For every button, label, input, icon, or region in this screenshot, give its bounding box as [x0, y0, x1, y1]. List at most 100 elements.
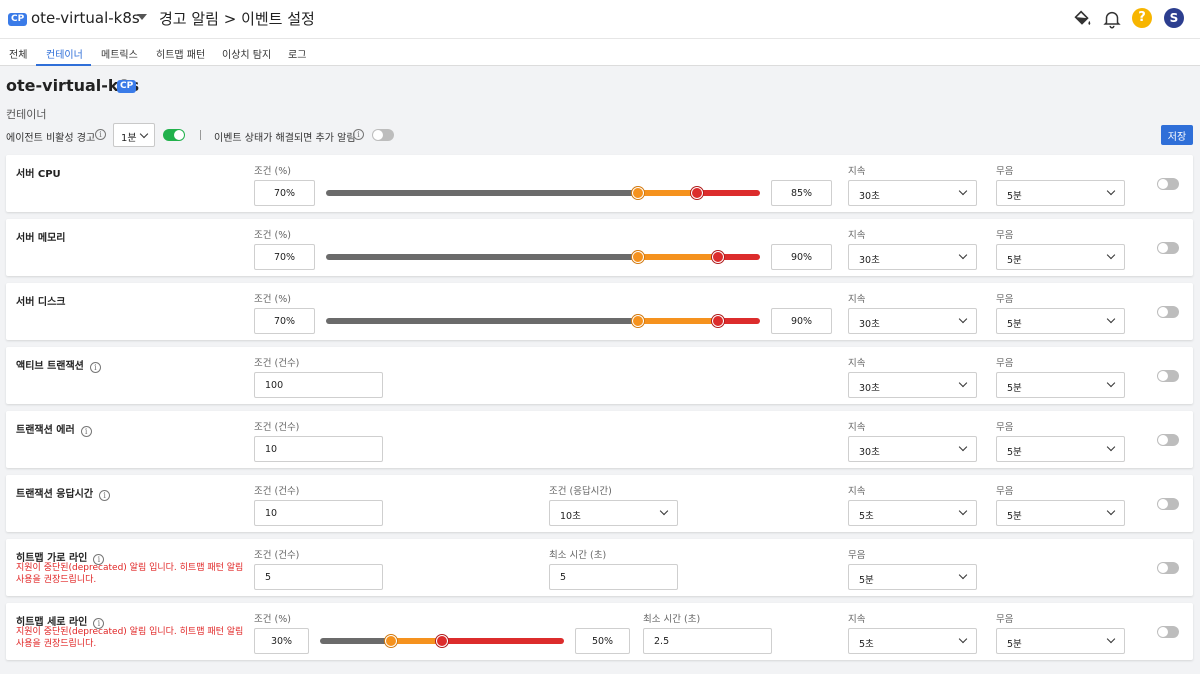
threshold-max-input[interactable]: 90%: [771, 308, 832, 334]
agent-interval-select[interactable]: 1분: [113, 123, 155, 147]
threshold-slider[interactable]: [326, 315, 760, 327]
count-input[interactable]: 100: [254, 372, 383, 398]
slider-critical-handle[interactable]: [436, 635, 448, 647]
duration-select[interactable]: 30초: [848, 180, 977, 206]
count-input[interactable]: 10: [254, 500, 383, 526]
response-time-select[interactable]: 10초: [549, 500, 678, 526]
mute-select[interactable]: 5분: [996, 628, 1125, 654]
slider-warning-range: [638, 190, 697, 196]
info-icon[interactable]: i: [353, 129, 364, 140]
threshold-max-input[interactable]: 90%: [771, 244, 832, 270]
mute-select[interactable]: 5분: [996, 244, 1125, 270]
enable-toggle[interactable]: [1157, 562, 1179, 574]
duration-select[interactable]: 30초: [848, 308, 977, 334]
threshold-min-input[interactable]: 70%: [254, 308, 315, 334]
bell-icon[interactable]: [1101, 8, 1123, 30]
caret-down-icon[interactable]: [137, 14, 147, 20]
mute-select[interactable]: 5분: [996, 372, 1125, 398]
threshold-min-input[interactable]: 30%: [254, 628, 309, 654]
mute-label: 무음: [996, 230, 1014, 241]
slider-critical-handle[interactable]: [712, 251, 724, 263]
info-icon[interactable]: i: [99, 490, 111, 501]
chevron-down-icon: [958, 570, 968, 580]
chevron-down-icon: [1106, 634, 1116, 644]
tab-metrics[interactable]: 메트릭스: [101, 46, 138, 61]
chevron-down-icon: [958, 634, 968, 644]
condition-label: 조건 (%): [254, 294, 291, 305]
duration-select[interactable]: 5초: [848, 628, 977, 654]
slider-warning-range: [391, 638, 442, 644]
duration-select[interactable]: 30초: [848, 436, 977, 462]
chevron-down-icon: [958, 250, 968, 260]
duration-select[interactable]: 30초: [848, 372, 977, 398]
duration-value: 5초: [859, 511, 874, 522]
enable-toggle[interactable]: [1157, 242, 1179, 254]
slider-critical-handle[interactable]: [712, 315, 724, 327]
mute-value: 5분: [1007, 255, 1022, 266]
tab-container[interactable]: 컨테이너: [46, 46, 83, 61]
info-icon[interactable]: i: [95, 129, 106, 140]
info-icon[interactable]: i: [89, 362, 101, 373]
min-time-input[interactable]: 5: [549, 564, 678, 590]
save-button[interactable]: 저장: [1161, 125, 1193, 145]
card-title: 서버 CPU: [16, 169, 61, 180]
chevron-down-icon: [958, 314, 968, 324]
enable-toggle[interactable]: [1157, 434, 1179, 446]
threshold-slider[interactable]: [320, 635, 564, 647]
deprecated-warning: 지원이 중단된(deprecated) 알림 입니다. 히트맵 패턴 알림 사용…: [16, 627, 244, 649]
enable-toggle[interactable]: [1157, 178, 1179, 190]
threshold-min-input[interactable]: 70%: [254, 180, 315, 206]
agent-warning-label: 에이전트 비활성 경고: [6, 133, 96, 144]
slider-warning-handle[interactable]: [632, 251, 644, 263]
project-selector[interactable]: ote-virtual-k8s: [31, 9, 140, 27]
mute-select[interactable]: 5분: [996, 180, 1125, 206]
slider-warning-handle[interactable]: [632, 315, 644, 327]
tab-log[interactable]: 로그: [288, 46, 306, 61]
slider-normal-range: [320, 638, 391, 644]
tab-heatmap-pattern[interactable]: 히트맵 패턴: [156, 46, 205, 61]
mute-value: 5분: [1007, 383, 1022, 394]
mute-select[interactable]: 5분: [996, 436, 1125, 462]
avatar[interactable]: S: [1164, 8, 1184, 28]
agent-warning-toggle[interactable]: [163, 129, 185, 141]
slider-warning-handle[interactable]: [385, 635, 397, 647]
threshold-max-input[interactable]: 85%: [771, 180, 832, 206]
mute-select[interactable]: 5분: [848, 564, 977, 590]
chevron-down-icon: [958, 378, 968, 388]
duration-select[interactable]: 30초: [848, 244, 977, 270]
mute-select[interactable]: 5분: [996, 500, 1125, 526]
enable-toggle[interactable]: [1157, 370, 1179, 382]
tab-all[interactable]: 전체: [9, 46, 27, 61]
duration-label: 지속: [848, 230, 866, 241]
help-icon[interactable]: ?: [1132, 8, 1152, 28]
tab-anomaly-detection[interactable]: 이상치 탐지: [222, 46, 271, 61]
chevron-down-icon: [139, 129, 149, 139]
resolve-alert-toggle[interactable]: [372, 129, 394, 141]
count-input[interactable]: 10: [254, 436, 383, 462]
duration-select[interactable]: 5초: [848, 500, 977, 526]
duration-value: 30초: [859, 255, 880, 266]
slider-critical-handle[interactable]: [691, 187, 703, 199]
info-icon[interactable]: i: [80, 426, 92, 437]
mute-value: 5분: [1007, 511, 1022, 522]
chevron-down-icon: [958, 186, 968, 196]
threshold-slider[interactable]: [326, 187, 760, 199]
alert-card-server-memory: 서버 메모리 조건 (%) 70% 90% 지속 30초 무음 5분: [6, 219, 1193, 276]
enable-toggle[interactable]: [1157, 626, 1179, 638]
count-input[interactable]: 5: [254, 564, 383, 590]
min-time-input[interactable]: 2.5: [643, 628, 772, 654]
mute-label: 무음: [996, 422, 1014, 433]
threshold-slider[interactable]: [326, 251, 760, 263]
cp-badge: CP: [8, 13, 28, 26]
condition-label: 조건 (건수): [254, 358, 300, 369]
slider-normal-range: [326, 190, 638, 196]
mute-select[interactable]: 5분: [996, 308, 1125, 334]
paint-bucket-icon[interactable]: [1071, 8, 1093, 30]
slider-warning-handle[interactable]: [632, 187, 644, 199]
enable-toggle[interactable]: [1157, 498, 1179, 510]
chevron-down-icon: [1106, 442, 1116, 452]
threshold-max-input[interactable]: 50%: [575, 628, 630, 654]
enable-toggle[interactable]: [1157, 306, 1179, 318]
threshold-min-input[interactable]: 70%: [254, 244, 315, 270]
slider-normal-range: [326, 254, 638, 260]
